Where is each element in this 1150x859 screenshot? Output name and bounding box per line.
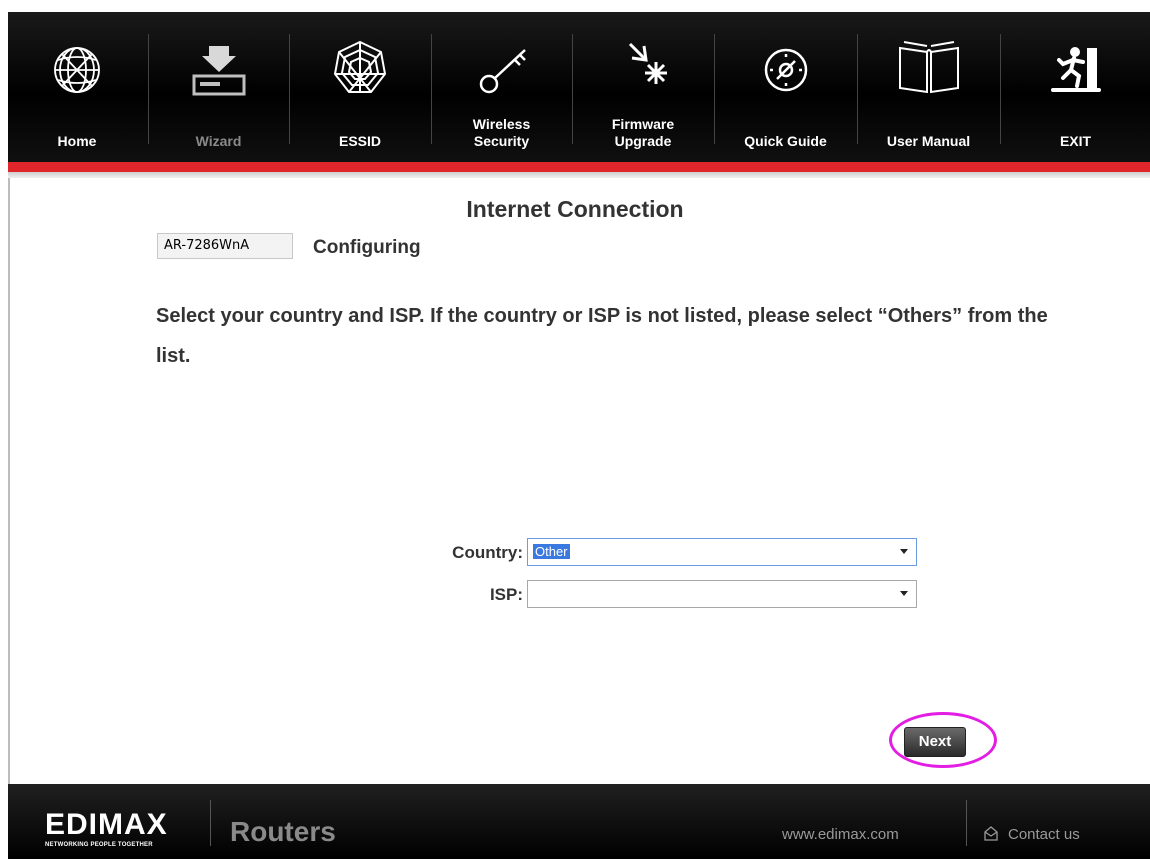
toolbar-quick-guide-label: Quick Guide xyxy=(744,133,827,149)
firmware-icon xyxy=(628,42,667,84)
web-icon xyxy=(333,40,387,93)
footer-divider xyxy=(210,800,211,846)
page-title: Internet Connection xyxy=(466,196,684,222)
toolbar-firmware-upgrade-button[interactable]: Firmware Upgrade xyxy=(573,12,713,162)
chevron-down-icon xyxy=(900,591,908,596)
mail-icon xyxy=(984,826,998,841)
country-select[interactable]: Other xyxy=(527,538,917,566)
accent-bar xyxy=(8,162,1150,172)
toolbar-wizard-button[interactable]: Wizard xyxy=(149,12,288,162)
toolbar-user-manual-label: User Manual xyxy=(886,133,971,149)
brand-tagline: NETWORKING PEOPLE TOGETHER xyxy=(45,842,153,848)
chevron-down-icon xyxy=(900,549,908,554)
contact-us-link[interactable]: Contact us xyxy=(1008,826,1080,843)
top-cropped-strip xyxy=(0,0,1150,12)
toolbar-home-button[interactable]: Home xyxy=(8,12,146,162)
status-text: Configuring xyxy=(313,237,421,258)
model-name-box: AR-7286WnA xyxy=(157,233,293,259)
firmware-upgrade-text: Firmware Upgrade xyxy=(611,116,675,149)
key-icon xyxy=(479,49,526,94)
left-border xyxy=(8,178,10,784)
isp-select[interactable] xyxy=(527,580,917,608)
toolbar-exit-button[interactable]: EXIT xyxy=(1001,12,1150,162)
toolbar-essid-label: ESSID xyxy=(338,133,381,149)
wizard-icon xyxy=(192,46,245,96)
toolbar-user-manual-button[interactable]: User Manual xyxy=(858,12,999,162)
isp-label: ISP: xyxy=(489,585,523,604)
wireless-security-text: Wireless Security xyxy=(472,116,531,149)
exit-icon xyxy=(1050,47,1101,92)
website-link[interactable]: www.edimax.com xyxy=(782,826,899,843)
globe-icon xyxy=(54,47,100,93)
main-toolbar: Home Wizard ESSID Wireless Security Firm… xyxy=(8,12,1150,162)
toolbar-wizard-label: Wizard xyxy=(195,133,242,149)
toolbar-essid-button[interactable]: ESSID xyxy=(290,12,430,162)
highlight-annotation xyxy=(889,712,997,768)
toolbar-firmware-upgrade-label: Firmware Upgrade xyxy=(573,116,713,150)
compass-icon xyxy=(764,48,807,92)
brand-name: EDIMAX xyxy=(45,808,168,841)
instruction-text: Select your country and ISP. If the coun… xyxy=(156,305,1048,367)
footer: EDIMAX NETWORKING PEOPLE TOGETHER Router… xyxy=(8,784,1150,859)
book-icon xyxy=(898,41,959,94)
edimax-logo: EDIMAX NETWORKING PEOPLE TOGETHER xyxy=(45,810,205,850)
toolbar-wireless-security-button[interactable]: Wireless Security xyxy=(432,12,571,162)
footer-divider xyxy=(966,800,967,846)
toolbar-home-label: Home xyxy=(57,133,97,149)
shadow-bar xyxy=(8,172,1150,178)
toolbar-wireless-security-label: Wireless Security xyxy=(432,116,571,150)
product-name: Routers xyxy=(230,816,336,847)
country-label: Country: xyxy=(452,543,523,562)
toolbar-exit-label: EXIT xyxy=(1059,133,1092,149)
toolbar-quick-guide-button[interactable]: Quick Guide xyxy=(715,12,856,162)
country-select-value: Other xyxy=(533,544,570,559)
